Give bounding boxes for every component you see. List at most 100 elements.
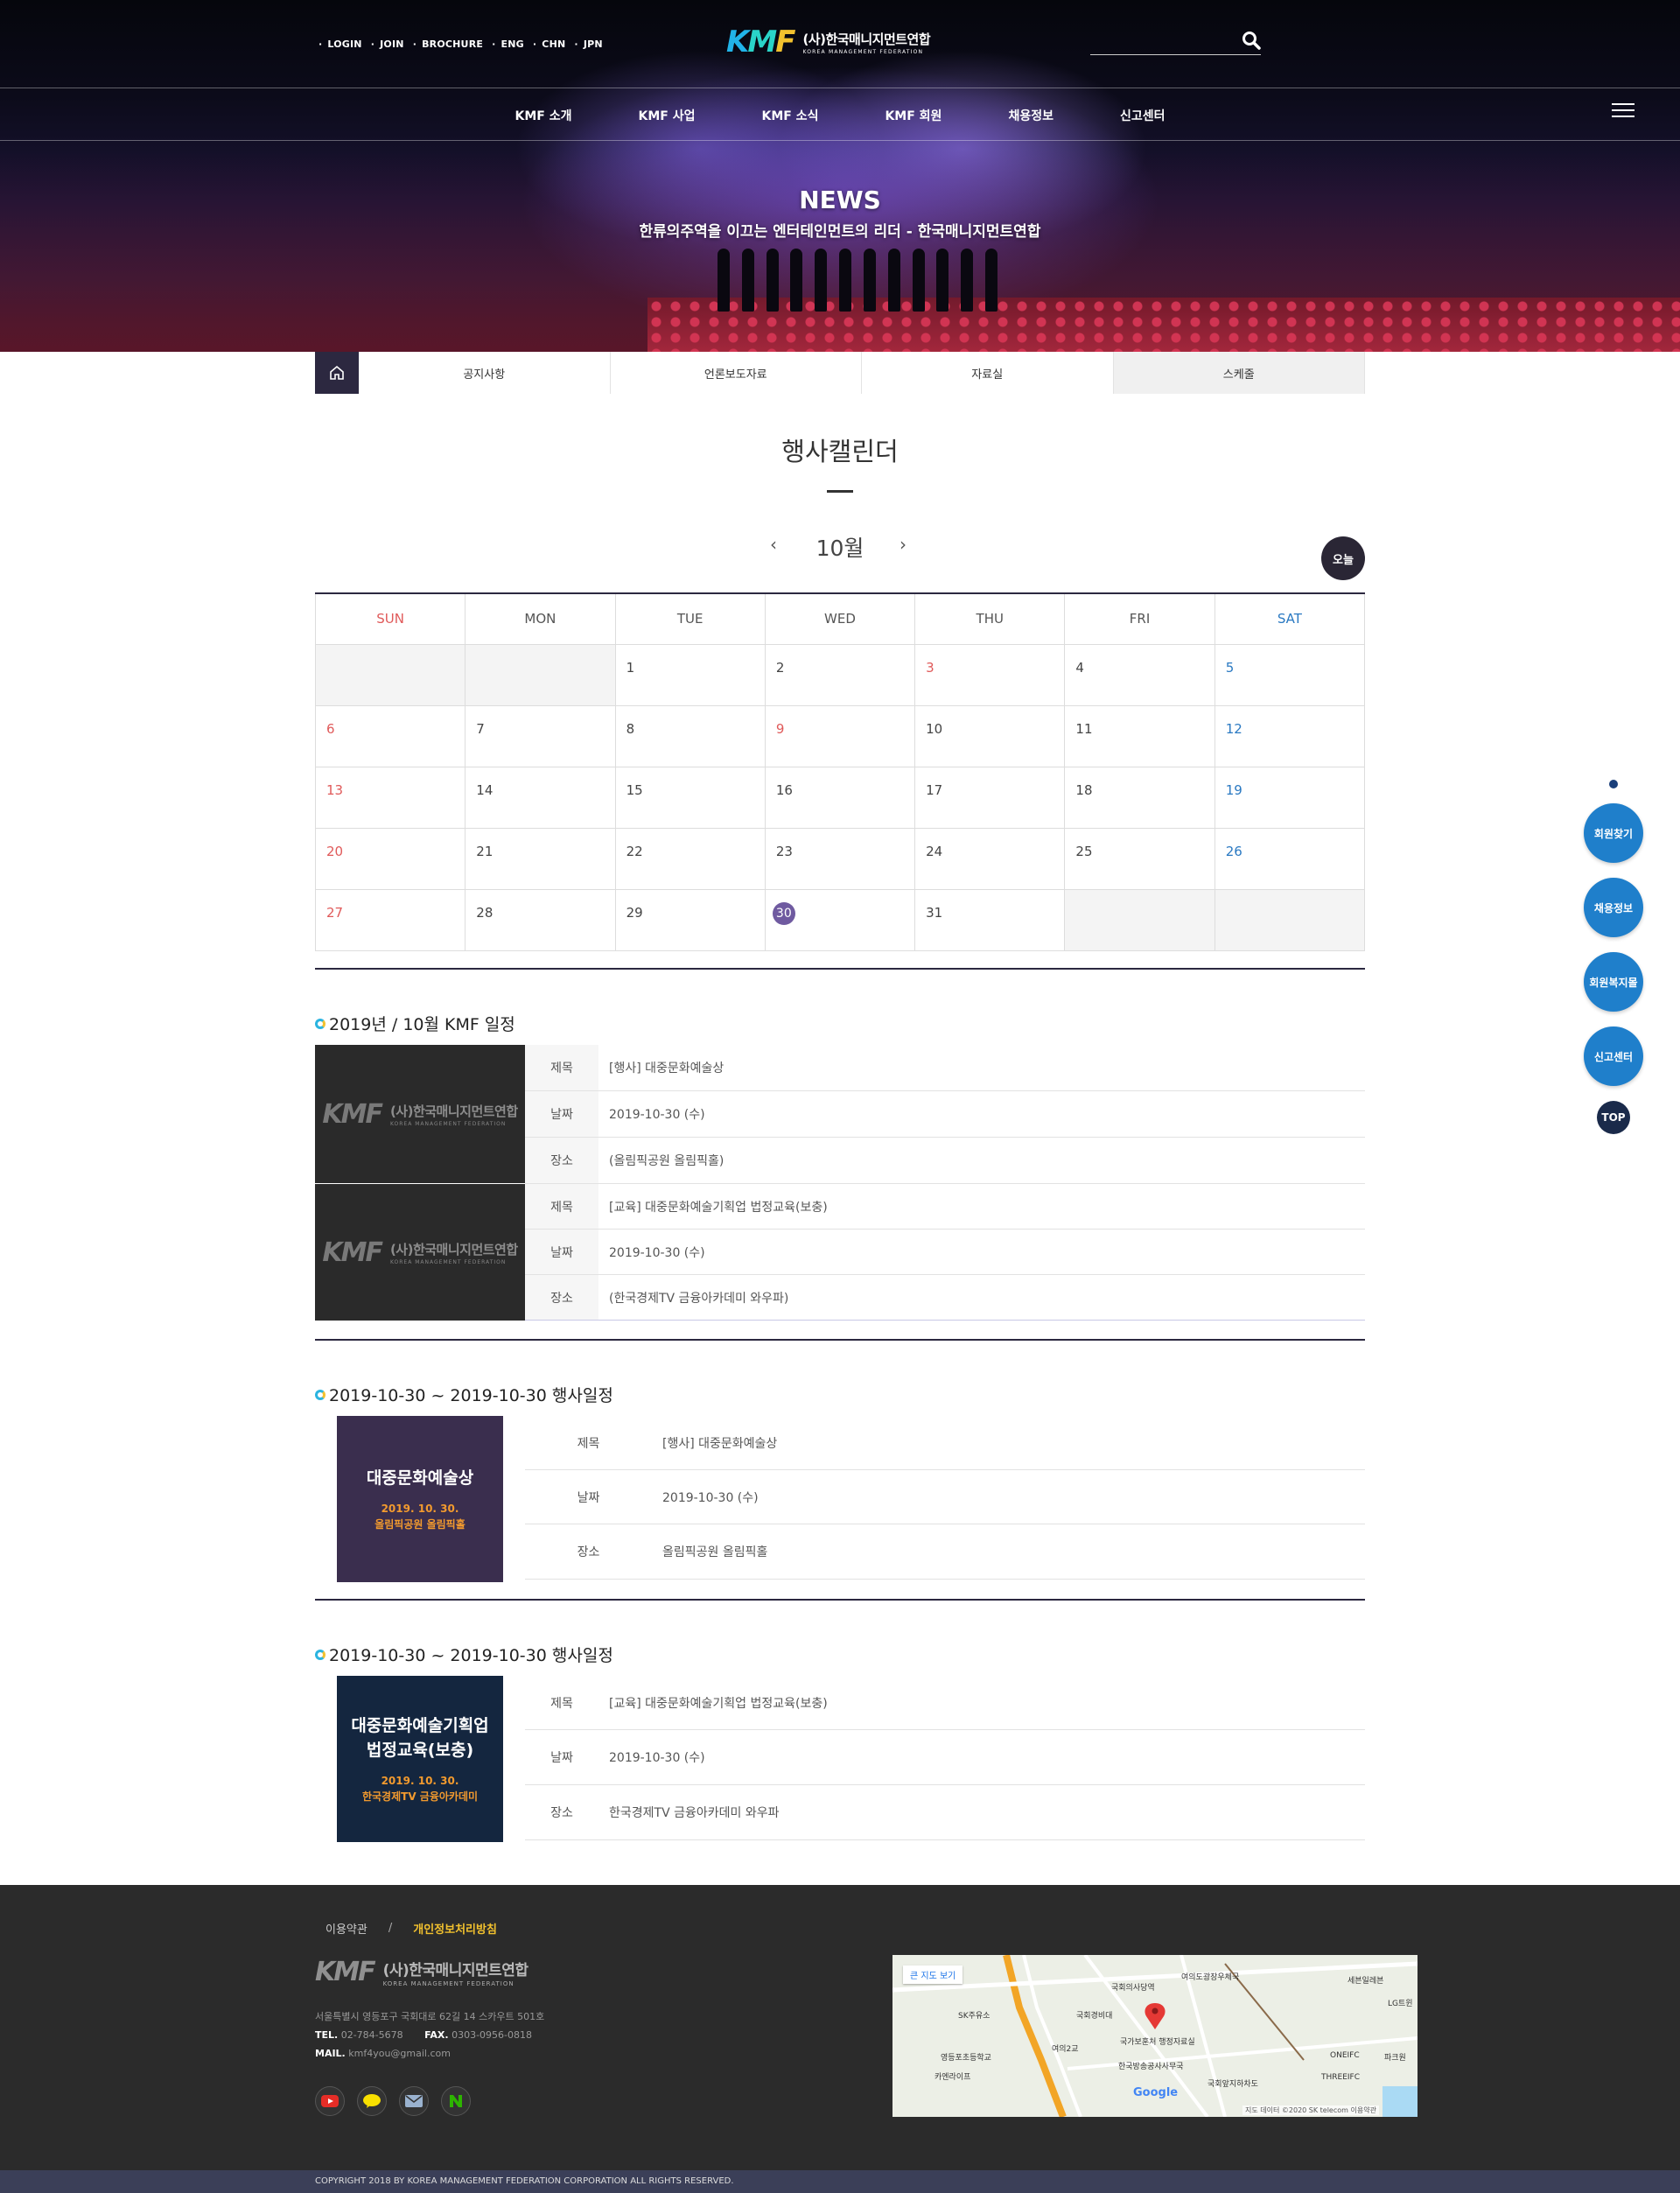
page-title: 행사캘린더	[781, 437, 899, 466]
calendar-day[interactable]: 8	[614, 704, 766, 767]
gnb-item-members[interactable]: KMF 회원	[885, 107, 942, 124]
event-thumbnail[interactable]: KMF (사)한국매니지먼트연합 KOREA MANAGEMENT FEDERAT…	[315, 1184, 525, 1321]
youtube-icon[interactable]	[315, 2086, 345, 2116]
gnb-item-news[interactable]: KMF 소식	[761, 107, 818, 124]
calendar-day[interactable]: 20	[314, 827, 466, 890]
event-poster[interactable]: 대중문화예술상 2019. 10. 30. 올림픽공원 올림픽홀	[337, 1416, 503, 1582]
event-day-marker[interactable]: 30	[772, 901, 795, 925]
join-link[interactable]: JOIN	[380, 39, 404, 50]
calendar-day[interactable]: 18	[1064, 766, 1215, 829]
calendar-day-holiday[interactable]: 3	[914, 643, 1066, 706]
map-label: 국회경비대	[1076, 2012, 1113, 2021]
scroll-top-button[interactable]: TOP	[1597, 1101, 1630, 1134]
site-logo[interactable]: KMF (사)한국매니지먼트연합 KOREA MANAGEMENT FEDERA…	[726, 25, 931, 60]
info-row-place: 장소 한국경제TV 금융아카데미 와우파	[525, 1785, 1365, 1840]
menu-icon[interactable]	[1612, 103, 1634, 119]
calendar-day[interactable]: 28	[465, 888, 616, 951]
event-schedule-title: 2019-10-30 ~ 2019-10-30 행사일정	[315, 1383, 613, 1406]
calendar-day[interactable]: 29	[614, 888, 766, 951]
jpn-link[interactable]: JPN	[584, 39, 603, 50]
calendar-day[interactable]: 12	[1214, 704, 1366, 767]
footer-address: 서울특별시 영등포구 국회대로 62길 14 스카우트 501호	[315, 2011, 545, 2022]
calendar-day[interactable]: 5	[1214, 643, 1366, 706]
kmf-mark: KMF	[315, 1957, 376, 1987]
calendar-day[interactable]: 4	[1064, 643, 1215, 706]
info-row-place: 장소 (한국경제TV 금융아카데미 와우파)	[525, 1275, 1365, 1321]
calendar-day[interactable]: 2	[764, 643, 916, 706]
chn-link[interactable]: CHN	[542, 39, 565, 50]
quick-welfare-mall[interactable]: 회원복지몰	[1584, 952, 1643, 1012]
prev-month-button[interactable]: ‹	[770, 534, 777, 555]
calendar-day[interactable]: 22	[614, 827, 766, 890]
gnb-item-about[interactable]: KMF 소개	[515, 107, 572, 124]
calendar-day[interactable]: 17	[914, 766, 1066, 829]
map-label: 국회앞지하차도	[1208, 2080, 1258, 2089]
calendar-day[interactable]: 16	[764, 766, 916, 829]
quick-report[interactable]: 신고센터	[1584, 1026, 1643, 1086]
thumb-logo-name: (사)한국매니지먼트연합	[389, 1241, 518, 1258]
calendar-day[interactable]: 24	[914, 827, 1066, 890]
calendar-day[interactable]: 15	[614, 766, 766, 829]
info-row-date: 날짜 2019-10-30 (수)	[525, 1470, 1365, 1524]
calendar-day[interactable]: 27	[314, 888, 466, 951]
quick-find-member[interactable]: 회원찾기	[1584, 803, 1643, 863]
info-row-title: 제목 [교육] 대중문화예술기획업 법정교육(보충)	[525, 1676, 1365, 1730]
tab-notice[interactable]: 공지사항	[359, 352, 611, 394]
quick-jobs[interactable]: 채용정보	[1584, 878, 1643, 937]
calendar-day[interactable]: 21	[465, 827, 616, 890]
calendar-day[interactable]: 7	[465, 704, 616, 767]
map-large-view-button[interactable]: 큰 지도 보기	[903, 1965, 963, 1984]
calendar-day[interactable]: 31	[914, 888, 1066, 951]
privacy-link[interactable]: 개인정보처리방침	[413, 1920, 497, 1937]
tab-press[interactable]: 언론보도자료	[610, 352, 862, 394]
calendar-day[interactable]: 23	[764, 827, 916, 890]
location-map[interactable]: 큰 지도 보기 국회의사당역 여의도광장우체국 국회경비대 국가보훈처 행정자료…	[892, 1955, 1418, 2117]
search-input[interactable]	[1090, 54, 1261, 55]
info-row-place: 장소 올림픽공원 올림픽홀	[525, 1524, 1365, 1580]
calendar-day[interactable]: 25	[1064, 827, 1215, 890]
calendar-day-empty	[465, 643, 616, 706]
tab-archive[interactable]: 자료실	[862, 352, 1114, 394]
today-button[interactable]: 오늘	[1321, 536, 1365, 580]
hero-performers-image	[718, 249, 998, 319]
naver-icon[interactable]	[441, 2086, 471, 2116]
event-poster[interactable]: 대중문화예술기획업 법정교육(보충) 2019. 10. 30. 한국경제TV …	[337, 1676, 503, 1842]
info-row-title: 제목 [행사] 대중문화예술상	[525, 1045, 1365, 1091]
map-label: ONEIFC	[1330, 2051, 1360, 2060]
gnb-item-jobs[interactable]: 채용정보	[1008, 107, 1054, 124]
weekday-fri: FRI	[1064, 593, 1215, 645]
calendar-day-event[interactable]: 30	[764, 888, 916, 951]
search-icon[interactable]	[1241, 30, 1262, 51]
calendar-day[interactable]: 10	[914, 704, 1066, 767]
mail-icon[interactable]	[399, 2086, 429, 2116]
kmf-mark: KMF	[322, 1098, 383, 1130]
home-button[interactable]	[315, 352, 359, 394]
calendar-day-holiday[interactable]: 9	[764, 704, 916, 767]
calendar-day[interactable]: 19	[1214, 766, 1366, 829]
calendar-day[interactable]: 26	[1214, 827, 1366, 890]
calendar-day[interactable]: 14	[465, 766, 616, 829]
login-link[interactable]: LOGIN	[327, 39, 361, 50]
calendar-day[interactable]: 11	[1064, 704, 1215, 767]
gnb-item-report[interactable]: 신고센터	[1120, 107, 1166, 124]
event-date: 2019-10-30 (수)	[609, 1245, 705, 1260]
main-navigation: KMF 소개 KMF 사업 KMF 소식 KMF 회원 채용정보 신고센터	[0, 107, 1680, 124]
calendar-day[interactable]: 1	[614, 643, 766, 706]
calendar-day[interactable]: 6	[314, 704, 466, 767]
event-thumbnail[interactable]: KMF (사)한국매니지먼트연합 KOREA MANAGEMENT FEDERAT…	[315, 1045, 525, 1183]
event-title-link[interactable]: [교육] 대중문화예술기획업 법정교육(보충)	[598, 1198, 828, 1216]
info-row-place: 장소 (올림픽공원 올림픽홀)	[525, 1138, 1365, 1184]
footer-link-separator: /	[388, 1922, 393, 1935]
util-dot: ·	[318, 39, 323, 50]
event-place: (올림픽공원 올림픽홀)	[609, 1154, 724, 1168]
next-month-button[interactable]: ›	[900, 534, 906, 555]
label-date: 날짜	[525, 1091, 598, 1137]
eng-link[interactable]: ENG	[501, 39, 524, 50]
event-title-link[interactable]: [행사] 대중문화예술상	[598, 1059, 724, 1076]
brochure-link[interactable]: BROCHURE	[422, 39, 483, 50]
terms-link[interactable]: 이용약관	[326, 1920, 368, 1937]
tab-schedule[interactable]: 스케줄	[1113, 352, 1365, 394]
gnb-item-business[interactable]: KMF 사업	[638, 107, 695, 124]
kakaotalk-icon[interactable]	[357, 2086, 387, 2116]
calendar-day[interactable]: 13	[314, 766, 466, 829]
